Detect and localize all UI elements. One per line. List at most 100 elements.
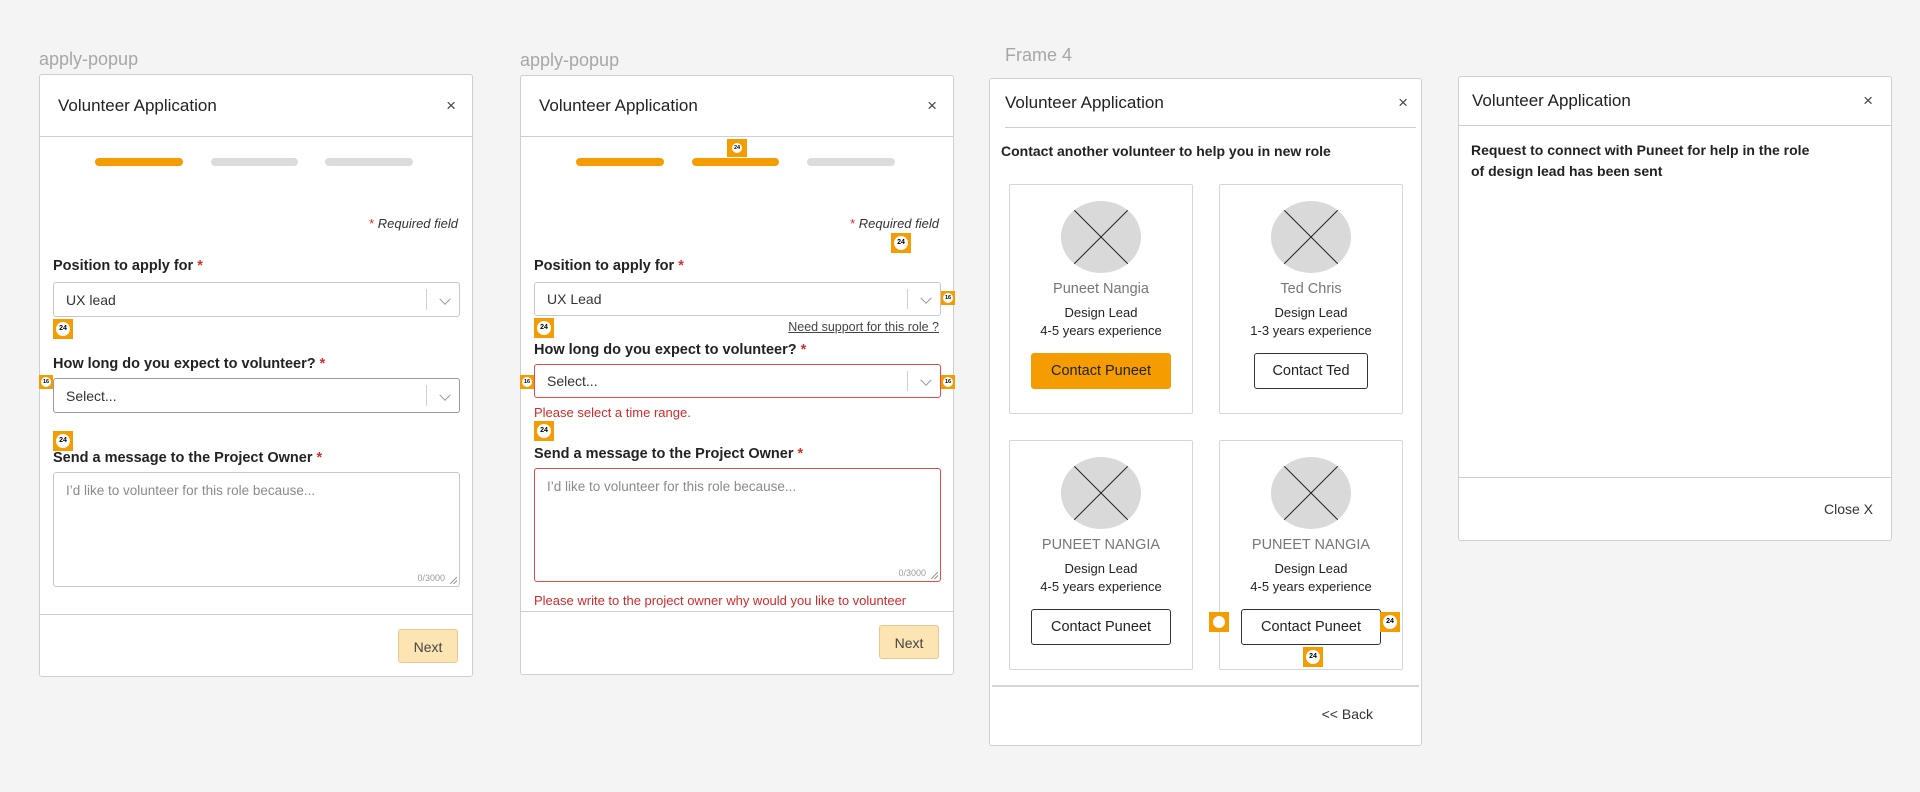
message-label: Send a message to the Project Owner *	[534, 446, 804, 462]
volunteer-experience: 4-5 years experience	[1040, 323, 1162, 338]
spacing-16-badge: 16	[941, 291, 955, 305]
next-button[interactable]: Next	[879, 625, 939, 659]
support-link[interactable]: Need support for this role ?	[788, 320, 939, 334]
position-label: Position to apply for *	[534, 258, 684, 274]
chevron-down-icon	[920, 292, 932, 304]
position-select-value: UX lead	[66, 291, 116, 308]
position-label: Position to apply for *	[53, 258, 203, 274]
resize-handle-icon[interactable]	[450, 577, 457, 584]
volunteer-experience: 1-3 years experience	[1250, 323, 1372, 338]
volunteer-card: Ted Chris Design Lead 1-3 years experien…	[1219, 184, 1403, 414]
progress-step-1	[576, 158, 664, 166]
dialog-footer	[1459, 477, 1891, 478]
volunteer-name: PUNEET NANGIA	[1041, 537, 1161, 553]
spacing-24-badge: 24	[727, 139, 747, 157]
frame-label: apply-popup	[520, 50, 620, 70]
dialog-header: Volunteer Application ×	[1459, 77, 1891, 126]
spacing-16-badge: 16	[39, 375, 53, 389]
message-label: Send a message to the Project Owner *	[53, 450, 323, 466]
duration-select[interactable]: Select...	[53, 378, 460, 413]
contact-volunteer-dialog: Volunteer Application × Contact another …	[989, 78, 1422, 746]
dialog-footer	[521, 611, 953, 612]
close-icon[interactable]: ×	[927, 96, 937, 116]
volunteer-name: Puneet Nangia	[1053, 281, 1149, 297]
position-select[interactable]: UX lead	[53, 282, 460, 317]
contact-button[interactable]: Contact Puneet	[1241, 609, 1381, 645]
dialog-title: Volunteer Application	[1472, 91, 1631, 110]
dialog-header: Volunteer Application ×	[40, 75, 472, 137]
frame-label: apply-popup	[39, 49, 139, 69]
message-textarea[interactable]: I’d like to volunteer for this role beca…	[534, 468, 941, 582]
volunteer-role: Design Lead	[1274, 561, 1348, 576]
message-placeholder: I’d like to volunteer for this role beca…	[547, 479, 797, 494]
position-select-value: UX Lead	[547, 291, 602, 307]
duration-select[interactable]: Select...	[534, 364, 941, 398]
position-select[interactable]: UX Lead	[534, 282, 941, 316]
contact-button[interactable]: Contact Ted	[1254, 353, 1368, 389]
volunteer-experience: 4-5 years experience	[1040, 579, 1162, 594]
close-icon[interactable]: ×	[1863, 91, 1873, 111]
char-counter: 0/3000	[898, 568, 926, 578]
close-button[interactable]: Close X	[1824, 501, 1873, 517]
spacing-24-badge: 24	[53, 319, 73, 339]
spacing-24-badge: 24	[534, 421, 554, 441]
close-icon[interactable]: ×	[1398, 93, 1408, 113]
dialog-title: Volunteer Application	[539, 96, 698, 115]
avatar-placeholder-icon	[1061, 457, 1141, 529]
avatar-placeholder-icon	[1271, 201, 1351, 273]
dialog-title: Volunteer Application	[1005, 93, 1164, 112]
contact-button[interactable]: Contact Puneet	[1031, 609, 1171, 645]
volunteer-experience: 4-5 years experience	[1250, 579, 1372, 594]
contact-button[interactable]: Contact Puneet	[1031, 353, 1171, 389]
spacing-16-badge: 16	[941, 375, 955, 389]
apply-dialog-step2-errors: Volunteer Application × 24 * Required fi…	[520, 75, 955, 675]
confirmation-dialog: Volunteer Application × Request to conne…	[1458, 76, 1892, 541]
contact-intro: Contact another volunteer to help you in…	[1001, 143, 1331, 159]
dialog-footer	[40, 614, 472, 615]
chevron-down-icon	[439, 293, 451, 305]
duration-error: Please select a time range.	[534, 405, 691, 420]
chevron-down-icon	[439, 389, 451, 401]
dialog-title: Volunteer Application	[58, 95, 217, 115]
frame-label: Frame 4	[1005, 45, 1073, 65]
resize-handle-icon[interactable]	[931, 572, 938, 579]
dialog-header: Volunteer Application ×	[521, 76, 953, 137]
spacing-24-badge: 24	[534, 318, 554, 338]
spacing-24-badge: 24	[891, 233, 911, 253]
chevron-down-icon	[920, 374, 932, 386]
avatar-placeholder-icon	[1271, 457, 1351, 529]
required-field-note: * Required field	[850, 216, 939, 231]
spacing-marker-icon	[1209, 612, 1229, 632]
spacing-24-badge: 24	[53, 431, 73, 451]
spacing-16-badge: 16	[520, 375, 534, 389]
required-field-note: * Required field	[369, 216, 458, 231]
duration-label: How long do you expect to volunteer? *	[53, 356, 326, 372]
spacing-24-badge: 24	[1380, 612, 1400, 632]
duration-select-value: Select...	[547, 373, 598, 389]
confirmation-message: Request to connect with Puneet for help …	[1471, 142, 1810, 179]
message-textarea[interactable]: I’d like to volunteer for this role beca…	[53, 472, 460, 587]
message-error: Please write to the project owner why wo…	[534, 593, 907, 608]
volunteer-card: PUNEET NANGIA Design Lead 4-5 years expe…	[1219, 440, 1403, 670]
duration-label: How long do you expect to volunteer? *	[534, 342, 807, 358]
volunteer-role: Design Lead	[1064, 561, 1138, 576]
duration-select-value: Select...	[66, 387, 117, 404]
progress-step-2	[692, 158, 779, 166]
back-button[interactable]: << Back	[1322, 706, 1373, 722]
volunteer-role: Design Lead	[1274, 305, 1348, 320]
volunteer-name: PUNEET NANGIA	[1251, 537, 1371, 553]
char-counter: 0/3000	[417, 573, 445, 583]
progress-step-3	[807, 158, 895, 166]
spacing-24-badge: 24	[1303, 647, 1323, 667]
avatar-placeholder-icon	[1061, 201, 1141, 273]
apply-dialog-step1: Volunteer Application × * Required field…	[39, 74, 473, 677]
progress-step-3	[325, 158, 413, 166]
progress-step-1	[95, 158, 183, 166]
progress-step-2	[211, 158, 298, 166]
message-placeholder: I’d like to volunteer for this role beca…	[66, 483, 316, 498]
close-icon[interactable]: ×	[446, 96, 456, 116]
dialog-header: Volunteer Application ×	[1005, 79, 1416, 128]
dialog-footer	[992, 685, 1419, 687]
next-button[interactable]: Next	[398, 629, 458, 663]
volunteer-name: Ted Chris	[1280, 281, 1342, 297]
